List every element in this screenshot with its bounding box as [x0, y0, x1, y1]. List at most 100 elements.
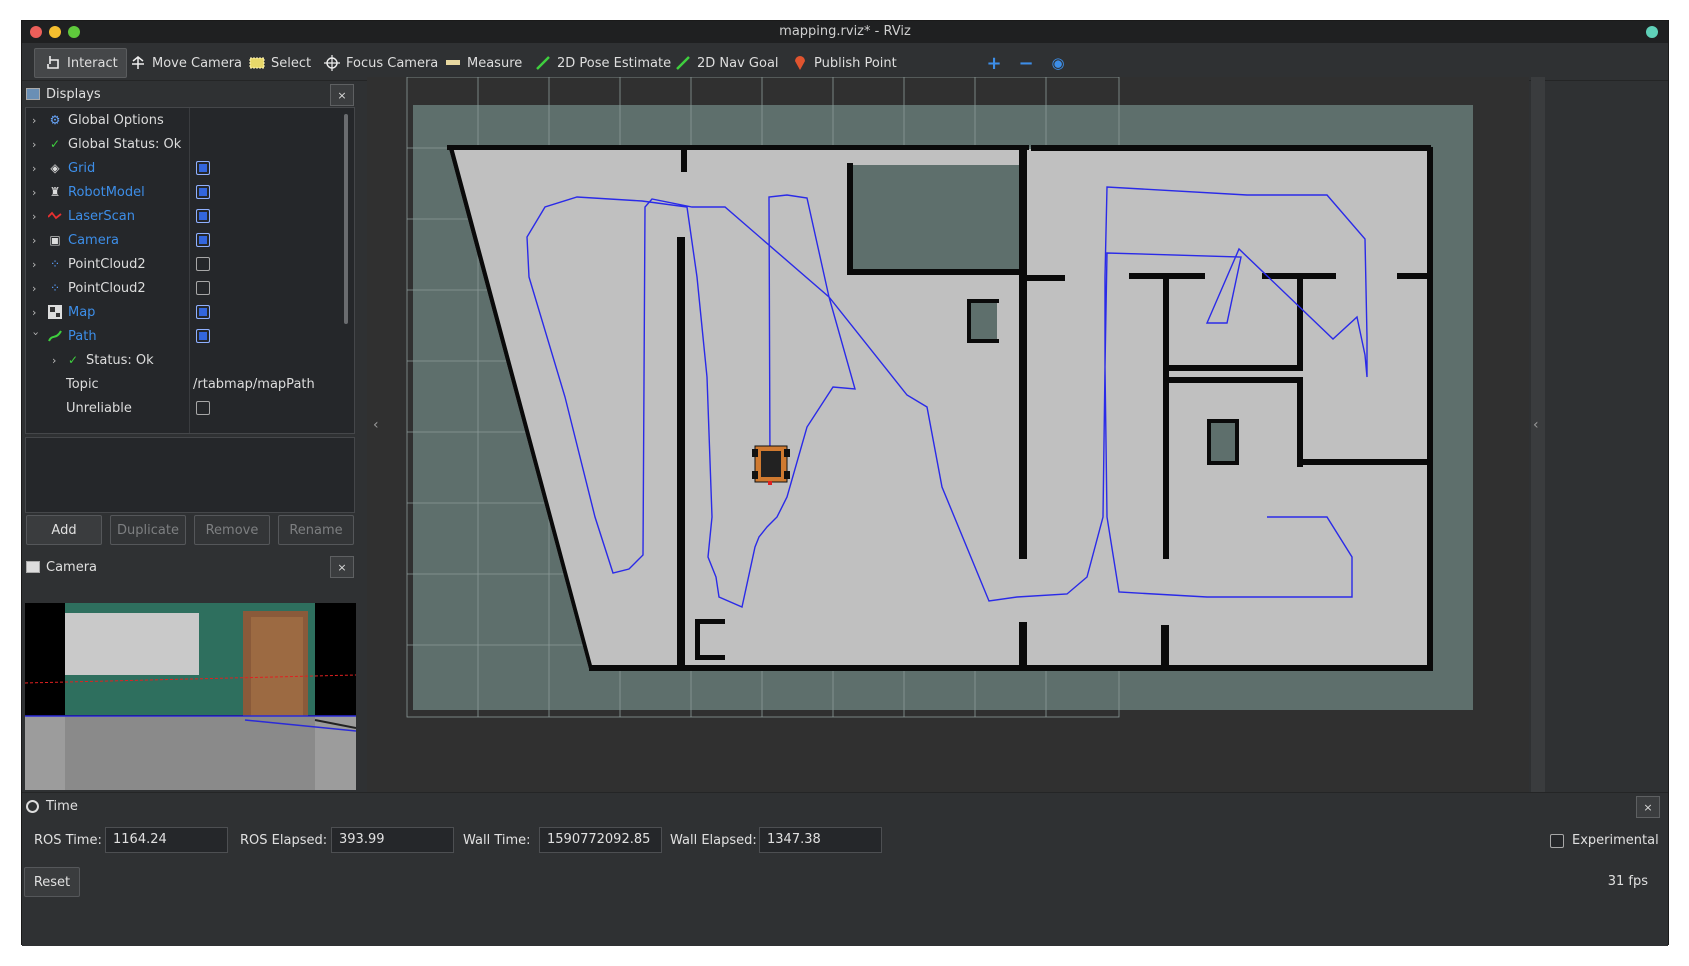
- display-row-path[interactable]: › Path: [26, 324, 342, 348]
- tool-interact[interactable]: Interact: [34, 48, 127, 78]
- tool-label: Select: [271, 55, 312, 71]
- expand-arrow-icon[interactable]: ›: [32, 138, 42, 151]
- laserscan-checkbox[interactable]: [196, 209, 210, 223]
- row-label: Path: [68, 328, 97, 344]
- path-checkbox[interactable]: [196, 329, 210, 343]
- row-label: Global Options: [68, 112, 164, 128]
- tool-label: Publish Point: [814, 55, 897, 71]
- tool-select[interactable]: Select: [239, 48, 319, 78]
- path-status-row[interactable]: › ✓ Status: Ok: [26, 348, 342, 372]
- property-label: Topic: [66, 376, 99, 392]
- robotmodel-checkbox[interactable]: [196, 185, 210, 199]
- pointcloud2-checkbox[interactable]: [196, 257, 210, 271]
- camera-image-view[interactable]: [25, 603, 356, 790]
- displays-close-button[interactable]: ×: [330, 84, 354, 106]
- expand-arrow-icon[interactable]: ›: [32, 258, 42, 271]
- display-row-grid[interactable]: › ◈ Grid: [26, 156, 342, 180]
- expand-arrow-icon[interactable]: ›: [32, 234, 42, 247]
- row-label: Grid: [68, 160, 96, 176]
- robot-icon: ♜: [49, 185, 61, 199]
- path-icon: [48, 329, 62, 343]
- camera-close-button[interactable]: ×: [330, 556, 354, 578]
- collapse-left-arrow-icon[interactable]: ‹: [373, 417, 379, 433]
- tool-focus-camera[interactable]: Focus Camera: [314, 48, 446, 78]
- tool-move-camera[interactable]: Move Camera: [120, 48, 250, 78]
- right-dock-strip[interactable]: ‹: [1531, 77, 1545, 792]
- tool-2d-nav-goal[interactable]: 2D Nav Goal: [665, 48, 787, 78]
- rename-button[interactable]: Rename: [278, 515, 354, 545]
- cursor-hand-icon: [45, 55, 61, 71]
- display-row-global-options[interactable]: › ⚙ Global Options: [26, 108, 342, 132]
- expand-arrow-icon[interactable]: ›: [32, 210, 42, 223]
- tool-label: 2D Nav Goal: [697, 55, 779, 71]
- green-arrow-icon: [535, 55, 551, 71]
- eye-icon[interactable]: ◉: [1048, 53, 1068, 73]
- displays-tree: › ⚙ Global Options › ✓ Global Status: Ok…: [25, 107, 355, 434]
- pointcloud2-checkbox[interactable]: [196, 281, 210, 295]
- tool-label: Measure: [467, 55, 523, 71]
- add-tool-button[interactable]: +: [984, 53, 1004, 74]
- camera-panel-header: Camera: [22, 554, 358, 580]
- path-unreliable-row[interactable]: Unreliable: [26, 396, 342, 420]
- tool-publish-point[interactable]: Publish Point: [782, 48, 905, 78]
- expand-arrow-icon[interactable]: ›: [32, 282, 42, 295]
- duplicate-button[interactable]: Duplicate: [110, 515, 186, 545]
- tool-2d-pose-estimate[interactable]: 2D Pose Estimate: [525, 48, 679, 78]
- path-topic-row[interactable]: Topic /rtabmap/mapPath: [26, 372, 342, 396]
- tool-label: Move Camera: [152, 55, 243, 71]
- rviz-window: mapping.rviz* - RViz Interact Move Camer…: [21, 20, 1669, 946]
- wall-elapsed-field[interactable]: 1347.38: [759, 827, 882, 853]
- display-row-laserscan[interactable]: › LaserScan: [26, 204, 342, 228]
- expand-arrow-icon[interactable]: ›: [52, 354, 62, 367]
- display-row-pointcloud2-a[interactable]: › ⁘ PointCloud2: [26, 252, 342, 276]
- display-row-camera[interactable]: › ▣ Camera: [26, 228, 342, 252]
- reset-button[interactable]: Reset: [24, 867, 80, 897]
- camera-icon: [26, 561, 40, 573]
- row-label: RobotModel: [68, 184, 145, 200]
- map-render: [406, 77, 1473, 718]
- pointcloud-icon: ⁘: [49, 281, 61, 295]
- expand-arrow-icon[interactable]: ›: [32, 114, 42, 127]
- camera-icon: ▣: [49, 233, 61, 247]
- tool-label: Interact: [67, 55, 118, 71]
- row-label: Camera: [68, 232, 120, 248]
- wall-time-field[interactable]: 1590772092.85: [539, 827, 662, 853]
- row-label: PointCloud2: [68, 280, 146, 296]
- add-button[interactable]: Add: [26, 515, 102, 545]
- time-close-button[interactable]: ×: [1636, 796, 1660, 818]
- map-checkbox[interactable]: [196, 305, 210, 319]
- display-row-robotmodel[interactable]: › ♜ RobotModel: [26, 180, 342, 204]
- tool-measure[interactable]: Measure: [435, 48, 530, 78]
- expand-arrow-icon[interactable]: ›: [32, 306, 42, 319]
- row-label: PointCloud2: [68, 256, 146, 272]
- toolbar: Interact Move Camera Select Focus Camera…: [22, 43, 1668, 81]
- topic-value[interactable]: /rtabmap/mapPath: [193, 377, 315, 392]
- display-row-pointcloud2-b[interactable]: › ⁘ PointCloud2: [26, 276, 342, 300]
- expand-arrow-icon[interactable]: ›: [32, 186, 42, 199]
- pointcloud-icon: ⁘: [49, 257, 61, 271]
- time-panel: Time × ROS Time: 1164.24 ROS Elapsed: 39…: [22, 792, 1668, 946]
- row-label: LaserScan: [68, 208, 135, 224]
- expand-arrow-icon[interactable]: ›: [32, 162, 42, 175]
- window-menu-button[interactable]: [1646, 26, 1658, 38]
- experimental-checkbox[interactable]: [1550, 834, 1564, 848]
- tree-scrollbar[interactable]: [344, 114, 348, 324]
- unreliable-checkbox[interactable]: [196, 401, 210, 415]
- row-label: Status: Ok: [86, 352, 154, 368]
- row-label: Global Status: Ok: [68, 136, 182, 152]
- display-row-map[interactable]: › Map: [26, 300, 342, 324]
- tool-label: Focus Camera: [346, 55, 439, 71]
- remove-tool-button[interactable]: −: [1016, 53, 1036, 74]
- display-row-global-status[interactable]: › ✓ Global Status: Ok: [26, 132, 342, 156]
- remove-button[interactable]: Remove: [194, 515, 270, 545]
- 3d-render-view[interactable]: ‹: [367, 77, 1529, 792]
- camera-checkbox[interactable]: [196, 233, 210, 247]
- grid-checkbox[interactable]: [196, 161, 210, 175]
- collapse-arrow-icon[interactable]: ›: [30, 331, 43, 341]
- camera-image: [25, 603, 356, 790]
- collapse-right-arrow-icon[interactable]: ‹: [1533, 417, 1539, 433]
- ros-elapsed-field[interactable]: 393.99: [331, 827, 454, 853]
- ros-time-label: ROS Time:: [34, 833, 102, 848]
- ros-time-field[interactable]: 1164.24: [105, 827, 228, 853]
- property-description-area: [25, 437, 355, 513]
